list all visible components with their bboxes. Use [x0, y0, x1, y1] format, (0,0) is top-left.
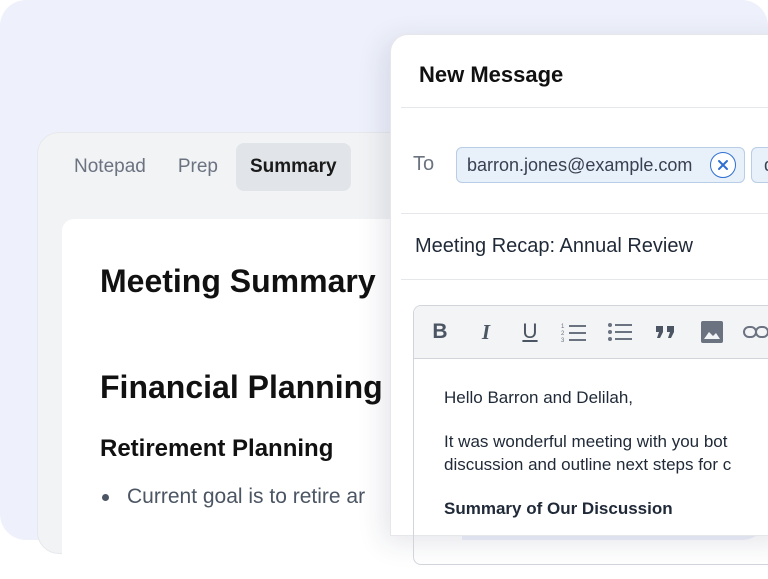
numbered-list-button[interactable]: 1 2 3	[560, 318, 588, 346]
tab-notepad[interactable]: Notepad	[60, 143, 160, 191]
svg-text:3: 3	[561, 338, 565, 343]
bulleted-list-button[interactable]	[606, 318, 634, 346]
summary-section-title: Summary of Our Discussion	[444, 499, 673, 518]
svg-text:2: 2	[561, 331, 565, 337]
close-icon	[718, 160, 728, 170]
numbered-list-icon: 1 2 3	[561, 324, 586, 343]
recipient-email-2: d	[764, 155, 768, 176]
tab-prep[interactable]: Prep	[164, 143, 232, 191]
to-label: To	[413, 153, 435, 175]
bold-icon: B	[432, 320, 448, 343]
message-editor[interactable]: B I U 1 2 3 Hello Barron and Delilah, It…	[413, 305, 768, 565]
tab-summary[interactable]: Summary	[235, 143, 351, 191]
italic-button[interactable]: I	[472, 318, 500, 346]
bold-button[interactable]: B	[426, 318, 454, 346]
greeting-text: Hello Barron and Delilah,	[444, 388, 633, 407]
italic-icon: I	[481, 319, 491, 344]
remove-recipient-button[interactable]	[710, 152, 736, 178]
section-heading: Financial Planning	[100, 369, 383, 405]
body-line: discussion and outline next steps for c	[444, 455, 732, 474]
notes-tabs: Notepad Prep Summary	[60, 143, 351, 191]
message-title: New Message	[419, 62, 564, 87]
image-icon	[701, 321, 723, 343]
recipient-chip-2[interactable]: d	[751, 147, 768, 183]
divider	[401, 107, 768, 108]
svg-text:1: 1	[561, 324, 565, 330]
quote-button[interactable]	[652, 318, 680, 346]
recipient-chip[interactable]: barron.jones@example.com	[456, 147, 745, 183]
image-button[interactable]	[698, 318, 726, 346]
summary-heading: Meeting Summary	[100, 263, 376, 299]
link-icon	[743, 326, 768, 338]
bulleted-list-icon	[608, 323, 632, 341]
divider	[401, 213, 768, 214]
body-line: It was wonderful meeting with you bot	[444, 432, 728, 451]
underline-button[interactable]: U	[516, 318, 544, 346]
bullet-text: Current goal is to retire ar	[127, 485, 366, 508]
message-body: Hello Barron and Delilah, It was wonderf…	[444, 386, 731, 520]
quote-icon	[656, 326, 674, 338]
subject-field[interactable]: Meeting Recap: Annual Review	[415, 235, 693, 258]
bullet-dot	[102, 493, 109, 501]
divider	[401, 279, 768, 280]
list-item: Current goal is to retire ar	[100, 485, 365, 509]
underline-icon: U	[522, 320, 538, 343]
subsection-heading: Retirement Planning	[100, 435, 334, 462]
link-button[interactable]	[742, 318, 768, 346]
new-message-panel: New Message To barron.jones@example.com …	[390, 34, 768, 565]
recipient-email: barron.jones@example.com	[467, 154, 693, 175]
formatting-toolbar: B I U 1 2 3	[414, 306, 768, 359]
